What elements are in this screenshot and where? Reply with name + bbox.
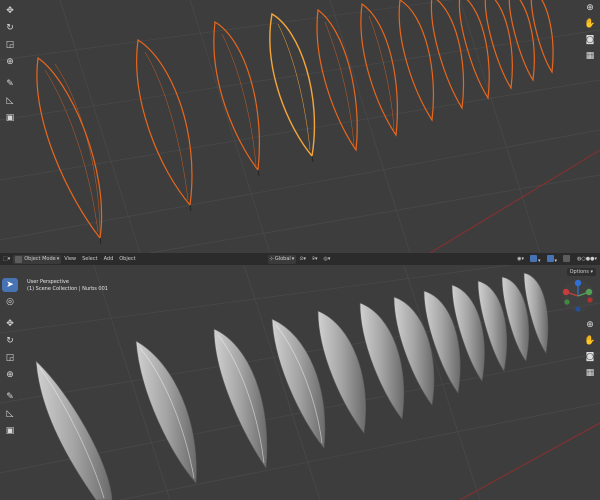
add-cube-icon[interactable]: ▣: [2, 424, 18, 438]
grid-icon[interactable]: ▦: [584, 367, 596, 379]
orientation-label: Global: [274, 256, 291, 262]
view-name: User Perspective: [27, 279, 69, 285]
mode-label: Object Mode: [24, 256, 56, 262]
collection-info: (1) Scene Collection | Nurbs 001: [27, 286, 108, 292]
shading-modes-icon[interactable]: ◍○●●▾: [574, 256, 600, 262]
object-mode-icon: [15, 255, 23, 263]
grid-icon[interactable]: ▦: [584, 50, 596, 62]
measure-icon[interactable]: ◺: [2, 407, 18, 421]
proportional-edit-icon[interactable]: ◎▾: [321, 256, 334, 262]
rotate-icon[interactable]: ↻: [2, 21, 18, 35]
annotate-icon[interactable]: ✎: [2, 77, 18, 91]
move-icon[interactable]: ✥: [2, 4, 18, 18]
add-cube-icon[interactable]: ▣: [2, 111, 18, 125]
viewport-solid[interactable]: ⬚▾ Object Mode ▾ View Select Add Object …: [0, 253, 600, 500]
xray-icon[interactable]: [560, 254, 574, 264]
scale-icon[interactable]: ◲: [2, 351, 18, 365]
transform-icon[interactable]: ⊕: [2, 368, 18, 382]
viewport-header: ⬚▾ Object Mode ▾ View Select Add Object …: [0, 253, 600, 265]
toolbar-top: ✥ ↻ ◲ ⊕ ✎ ◺ ▣: [2, 4, 20, 125]
snap-icon[interactable]: ⌾▾: [309, 256, 321, 262]
zoom-icon[interactable]: ⊕: [584, 2, 596, 14]
visibility-icon[interactable]: ◉▾: [514, 256, 527, 262]
rotate-icon[interactable]: ↻: [2, 334, 18, 348]
pan-hand-icon[interactable]: ✋: [584, 335, 596, 347]
menu-object[interactable]: Object: [116, 256, 138, 262]
menu-view[interactable]: View: [61, 256, 79, 262]
navigation-bottom: ⊕ ✋ ◙ ▦: [584, 319, 596, 379]
chevron-down-icon: ▾: [291, 256, 295, 262]
toolbar-bottom: ➤ ◎ ✥ ↻ ◲ ⊕ ✎ ◺ ▣: [2, 278, 20, 438]
move-icon[interactable]: ✥: [2, 317, 18, 331]
wireframe-scene: [0, 0, 600, 253]
gizmo-toggle-icon[interactable]: ▾: [527, 254, 544, 264]
wireframe-leaves: [36, 0, 554, 240]
editor-type-icon[interactable]: ⬚▾: [0, 256, 13, 262]
menu-select[interactable]: Select: [79, 256, 100, 262]
pan-hand-icon[interactable]: ✋: [584, 18, 596, 30]
cursor-3d-icon[interactable]: ◎: [2, 295, 18, 309]
measure-icon[interactable]: ◺: [2, 94, 18, 108]
annotate-icon[interactable]: ✎: [2, 390, 18, 404]
global-axes-icon: ⊹: [269, 256, 274, 262]
scale-icon[interactable]: ◲: [2, 38, 18, 52]
overlay-toggle-icon[interactable]: ▾: [544, 254, 561, 264]
transform-icon[interactable]: ⊕: [2, 55, 18, 69]
cursor-arrow-icon[interactable]: ➤: [2, 278, 18, 292]
options-button[interactable]: Options ▾: [566, 268, 596, 276]
navigation-top: ⊕ ✋ ◙ ▦: [584, 2, 596, 62]
zoom-icon[interactable]: ⊕: [584, 319, 596, 331]
camera-icon[interactable]: ◙: [584, 351, 596, 363]
camera-icon[interactable]: ◙: [584, 34, 596, 46]
blender-window: ✥ ↻ ◲ ⊕ ✎ ◺ ▣ ⊕ ✋ ◙ ▦ ⬚▾ Object Mode ▾ V…: [0, 0, 600, 500]
mode-dropdown[interactable]: Object Mode ▾: [13, 254, 62, 264]
orientation-dropdown[interactable]: ⊹ Global ▾: [267, 254, 297, 264]
solid-leaves: [35, 272, 549, 500]
pivot-icon[interactable]: ⊙▾: [296, 256, 309, 262]
viewport-wireframe[interactable]: ✥ ↻ ◲ ⊕ ✎ ◺ ▣ ⊕ ✋ ◙ ▦: [0, 0, 600, 253]
menu-add[interactable]: Add: [101, 256, 117, 262]
navigation-gizmo[interactable]: [560, 278, 596, 314]
viewport-overlay-text: User Perspective (1) Scene Collection | …: [27, 279, 108, 293]
chevron-down-icon: ▾: [56, 256, 60, 262]
active-object-wire: [269, 12, 316, 158]
